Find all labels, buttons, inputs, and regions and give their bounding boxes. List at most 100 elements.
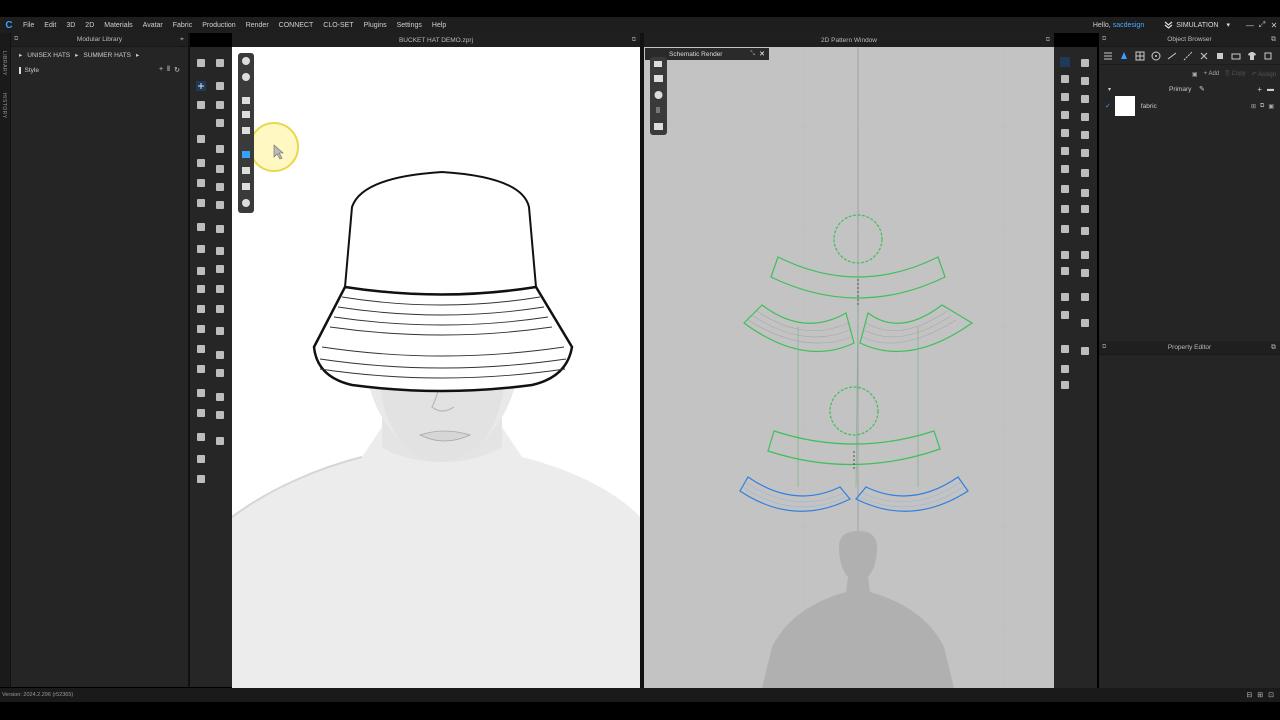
pencil-icon[interactable]: ✎	[1199, 85, 1205, 93]
folder-icon[interactable]: ▣	[1192, 71, 1198, 78]
style-row: Style + ⦀ ↻	[11, 63, 188, 77]
undock-icon[interactable]: ⧉	[1102, 36, 1106, 43]
version-label: Version: 2024.2.296 (r52365)	[2, 692, 74, 698]
assign-button[interactable]: ↶ Assign	[1252, 71, 1276, 78]
pin-icon[interactable]: ⧉	[1271, 36, 1276, 44]
crumb-summer-hats[interactable]: SUMMER HATS	[83, 52, 131, 59]
2d-pattern-window[interactable]	[644, 47, 1054, 688]
folder-icon[interactable]: ▬	[1267, 86, 1274, 93]
menu-3d[interactable]: 3D	[61, 22, 80, 29]
menu-edit[interactable]: Edit	[39, 22, 61, 29]
tab-library[interactable]: LIBRARY	[1, 51, 7, 76]
close-icon[interactable]: ✕	[759, 50, 765, 58]
grid-view-icon[interactable]: ⦀	[167, 66, 170, 74]
layout-icon[interactable]: ⊟	[1246, 691, 1252, 699]
3d-viewport[interactable]	[232, 47, 640, 688]
2d-window-title: 2D Pattern Window	[821, 36, 877, 44]
fabric-tab-icon[interactable]	[1119, 51, 1129, 61]
zipper-tab-icon[interactable]	[1199, 51, 1209, 61]
menu-production[interactable]: Production	[197, 22, 240, 29]
topstitch-tab-icon[interactable]	[1183, 51, 1193, 61]
menu-2d[interactable]: 2D	[80, 22, 99, 29]
menu-file[interactable]: File	[18, 22, 39, 29]
add-button[interactable]: + Add	[1204, 71, 1220, 77]
more-tab-icon[interactable]	[1263, 51, 1273, 61]
style-label: Style	[24, 66, 39, 74]
menu-plugins[interactable]: Plugins	[359, 22, 392, 29]
crumb-separator-icon: ▸	[19, 52, 23, 59]
3d-tools-icon-grid[interactable]	[190, 55, 232, 515]
tab-history[interactable]: HISTORY	[1, 93, 7, 119]
viewport-tools-icons[interactable]	[238, 53, 254, 213]
delete-icon[interactable]: ▣	[1268, 103, 1274, 110]
expand-icon[interactable]: ⤡	[750, 51, 755, 58]
colorway-name: Primary	[1169, 85, 1192, 93]
mode-selector[interactable]: SIMULATION ▾	[1164, 21, 1230, 29]
3d-window-title: BUCKET HAT DEMO.zprj	[398, 36, 474, 44]
trim-tab-icon[interactable]	[1135, 51, 1145, 61]
menu-materials[interactable]: Materials	[99, 22, 137, 29]
button-tab-icon[interactable]	[1151, 51, 1161, 61]
copy-button[interactable]: ⎘ Copy	[1225, 71, 1245, 78]
crumb-separator-icon: ▸	[75, 52, 79, 59]
simulation-icon	[1164, 21, 1173, 29]
2d-window-header: 2D Pattern Window ⧉	[644, 33, 1054, 47]
chevron-down-icon: ▾	[1226, 22, 1230, 29]
menu-settings[interactable]: Settings	[392, 22, 427, 29]
crumb-separator-icon: ▸	[135, 52, 140, 59]
menu-clo-set[interactable]: CLO-SET	[318, 22, 358, 29]
2d-viewport-sub-toolbar	[650, 57, 667, 135]
drag-handle-icon	[19, 66, 21, 74]
avatar-with-bucket-hat	[232, 122, 640, 688]
3d-viewport-sub-toolbar	[238, 53, 254, 213]
duplicate-icon[interactable]: ⧉	[1260, 103, 1264, 110]
2d-tools-icons[interactable]	[650, 57, 667, 135]
side-tab-strip: LIBRARY HISTORY	[0, 33, 11, 687]
menu-connect[interactable]: CONNECT	[274, 22, 319, 29]
pin-icon[interactable]: ⌖	[180, 36, 184, 44]
library-title: Modular Library	[76, 36, 123, 43]
close-icon[interactable]: ✕	[1268, 21, 1280, 30]
2d-tools-icon-grid[interactable]	[1054, 55, 1097, 405]
fabric-item-actions[interactable]: ⊞ ⧉ ▣	[1251, 103, 1274, 110]
3d-window-header: BUCKET HAT DEMO.zprj ⧉	[232, 33, 640, 47]
window-icon[interactable]: ⊡	[1268, 691, 1274, 699]
graphic-tab-icon[interactable]	[1231, 51, 1241, 61]
object-browser-header: ⧉ Object Browser ⧉	[1099, 33, 1280, 47]
menu-fabric[interactable]: Fabric	[168, 22, 197, 29]
primary-colorway-row[interactable]: ▾ Primary ✎ + ▬	[1099, 83, 1280, 95]
maximize-icon[interactable]: ⤢	[1256, 20, 1268, 30]
user-greeting[interactable]: Hello, sacdesign	[1093, 22, 1144, 29]
3d-tool-column	[190, 47, 232, 687]
plus-icon[interactable]: +	[1257, 85, 1262, 94]
buttonhole-tab-icon[interactable]	[1167, 51, 1177, 61]
undock-icon[interactable]: ⧉	[1102, 344, 1106, 351]
plus-icon[interactable]: +	[159, 66, 163, 74]
check-icon: ✓	[1105, 103, 1111, 110]
modular-library-panel: ⧉ Modular Library ⌖ ▸ UNISEX HATS ▸ SUMM…	[11, 33, 188, 687]
2d-tool-column	[1054, 47, 1097, 688]
chevron-down-icon[interactable]: ▾	[1108, 86, 1111, 93]
undock-icon[interactable]: ⧉	[14, 36, 18, 43]
property-editor-title: Property Editor	[1167, 344, 1212, 351]
schematic-render-label: Schematic Render	[669, 50, 723, 58]
grid-icon[interactable]: ⊞	[1257, 691, 1263, 699]
undock-icon[interactable]: ⧉	[1046, 37, 1050, 44]
fabric-name: fabric	[1140, 102, 1157, 110]
crumb-unisex-hats[interactable]: UNISEX HATS	[27, 52, 70, 59]
fabric-list-item[interactable]: ✓ fabric ⊞ ⧉ ▣	[1099, 95, 1280, 117]
menu-render[interactable]: Render	[241, 22, 274, 29]
hardware-tab-icon[interactable]	[1215, 51, 1225, 61]
refresh-icon[interactable]: ↻	[174, 66, 180, 74]
undock-icon[interactable]: ⧉	[632, 37, 636, 44]
pin-icon[interactable]: ⧉	[1271, 344, 1276, 352]
menu-help[interactable]: Help	[427, 22, 451, 29]
mode-label: SIMULATION	[1176, 21, 1219, 29]
menu-avatar[interactable]: Avatar	[138, 22, 168, 29]
library-header: ⧉ Modular Library ⌖	[11, 33, 188, 47]
shirt-tab-icon[interactable]	[1247, 51, 1257, 61]
minimize-icon[interactable]: —	[1244, 21, 1256, 30]
list-view-icon[interactable]	[1103, 51, 1113, 61]
apply-icon[interactable]: ⊞	[1251, 103, 1256, 110]
pattern-layout	[644, 47, 1054, 688]
